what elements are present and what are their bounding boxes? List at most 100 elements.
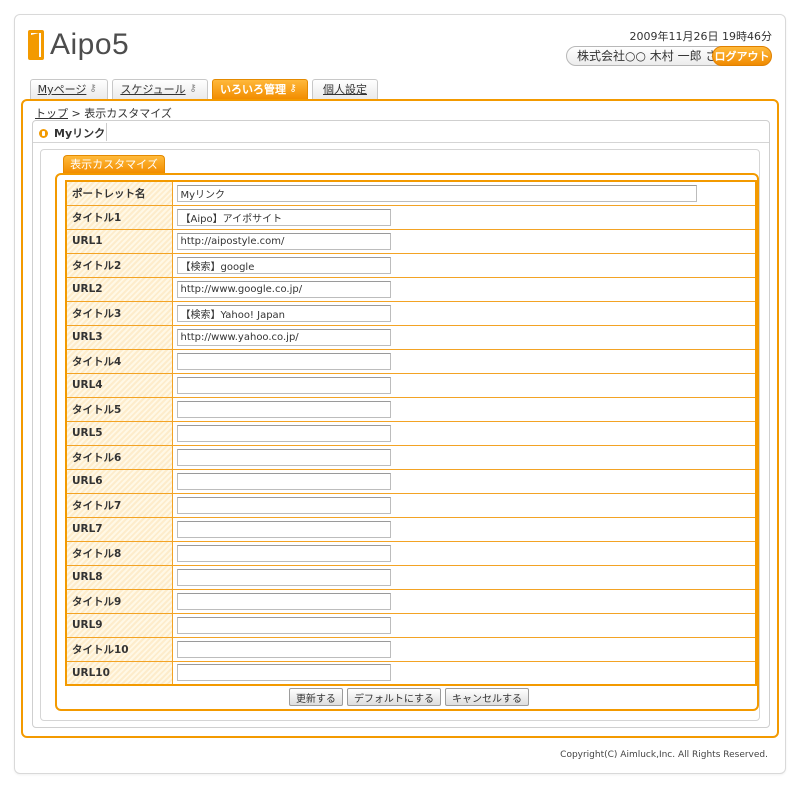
table-row: タイトル3	[65, 300, 757, 326]
field-label: タイトル8	[65, 540, 173, 566]
table-row: URL8	[65, 564, 757, 590]
title-input[interactable]	[176, 400, 391, 418]
url-input[interactable]	[176, 520, 391, 538]
key-icon: ⚷	[89, 83, 97, 94]
table-row: URL5	[65, 420, 757, 446]
field-label: URL9	[65, 612, 173, 638]
field-label: タイトル5	[65, 396, 173, 422]
main-nav-tabs: Myページ ⚷ スケジュール ⚷ いろいろ管理 ⚷ 個人設定	[30, 79, 378, 99]
breadcrumb-current: 表示カスタマイズ	[84, 107, 172, 120]
update-button[interactable]: 更新する	[288, 688, 343, 706]
tab-label: 個人設定	[323, 83, 367, 96]
field-label: タイトル3	[65, 300, 173, 326]
url-input[interactable]	[176, 472, 391, 490]
field-cell	[171, 660, 757, 686]
main-content: トップ > 表示カスタマイズ Myリンク 表示カスタマイズ ポートレット名タイト…	[21, 99, 779, 738]
field-label: URL10	[65, 660, 173, 686]
field-cell	[171, 348, 757, 374]
field-label: URL6	[65, 468, 173, 494]
field-cell	[171, 564, 757, 590]
field-cell	[171, 300, 757, 326]
key-icon: ⚷	[189, 83, 197, 94]
title-input[interactable]	[176, 304, 391, 322]
breadcrumb-top-link[interactable]: トップ	[35, 107, 68, 120]
form-buttons: 更新する デフォルトにする キャンセルする	[57, 688, 761, 706]
tab-label: Myページ	[37, 83, 87, 96]
default-button[interactable]: デフォルトにする	[346, 688, 442, 706]
current-datetime: 2009年11月26日 19時46分	[629, 30, 772, 43]
table-row: URL6	[65, 468, 757, 494]
field-cell	[171, 636, 757, 662]
tab-label: いろいろ管理	[220, 83, 286, 96]
field-cell	[171, 516, 757, 542]
field-cell	[171, 396, 757, 422]
field-label: ポートレット名	[65, 180, 173, 206]
table-row: URL7	[65, 516, 757, 542]
title-input[interactable]	[176, 496, 391, 514]
portlet-header: Myリンク	[33, 121, 769, 143]
url-input[interactable]	[176, 280, 391, 298]
table-row: タイトル8	[65, 540, 757, 566]
field-label: タイトル7	[65, 492, 173, 518]
table-row: タイトル9	[65, 588, 757, 614]
url-input[interactable]	[176, 232, 391, 250]
settings-table: ポートレット名タイトル1URL1タイトル2URL2タイトル3URL3タイトル4U…	[65, 180, 757, 686]
table-row: URL1	[65, 228, 757, 254]
tab-iroiro-kanri[interactable]: いろいろ管理 ⚷	[212, 79, 308, 99]
field-cell	[171, 204, 757, 230]
field-label: タイトル2	[65, 252, 173, 278]
url-input[interactable]	[176, 328, 391, 346]
title-input[interactable]	[176, 208, 391, 226]
field-label: タイトル1	[65, 204, 173, 230]
field-cell	[171, 612, 757, 638]
table-row: ポートレット名	[65, 180, 757, 206]
portlet-name-input[interactable]	[176, 184, 697, 202]
field-cell	[171, 588, 757, 614]
tab-schedule[interactable]: スケジュール ⚷	[112, 79, 208, 99]
table-row: タイトル2	[65, 252, 757, 278]
field-label: URL1	[65, 228, 173, 254]
field-cell	[171, 276, 757, 302]
logo-text: Aipo5	[50, 28, 130, 61]
url-input[interactable]	[176, 424, 391, 442]
field-cell	[171, 468, 757, 494]
url-input[interactable]	[176, 616, 391, 634]
section-tab-customize: 表示カスタマイズ	[63, 155, 165, 173]
url-input[interactable]	[176, 376, 391, 394]
field-label: タイトル10	[65, 636, 173, 662]
table-row: タイトル5	[65, 396, 757, 422]
title-input[interactable]	[176, 352, 391, 370]
aipo-logo[interactable]: Aipo5	[28, 28, 129, 62]
title-input[interactable]	[176, 544, 391, 562]
field-cell	[171, 540, 757, 566]
field-label: URL5	[65, 420, 173, 446]
table-row: URL10	[65, 660, 757, 686]
title-input[interactable]	[176, 448, 391, 466]
url-input[interactable]	[176, 568, 391, 586]
title-input[interactable]	[176, 256, 391, 274]
table-row: URL2	[65, 276, 757, 302]
portlet-title-text: Myリンク	[54, 127, 106, 140]
table-row: タイトル10	[65, 636, 757, 662]
tab-mypage[interactable]: Myページ ⚷	[30, 79, 108, 99]
url-input[interactable]	[176, 664, 391, 682]
tab-personal-settings[interactable]: 個人設定	[312, 79, 378, 99]
cancel-button[interactable]: キャンセルする	[445, 688, 530, 706]
portlet-title: Myリンク	[39, 125, 105, 141]
table-row: タイトル4	[65, 348, 757, 374]
field-cell	[171, 372, 757, 398]
title-input[interactable]	[176, 640, 391, 658]
field-cell	[171, 228, 757, 254]
logout-button[interactable]: ログアウト	[712, 46, 772, 66]
header-divider	[106, 123, 107, 141]
title-input[interactable]	[176, 592, 391, 610]
field-label: URL8	[65, 564, 173, 590]
portlet-mylink: Myリンク 表示カスタマイズ ポートレット名タイトル1URL1タイトル2URL2…	[32, 120, 770, 728]
door-logo-icon	[28, 30, 44, 60]
field-cell	[171, 324, 757, 350]
breadcrumb-separator: >	[71, 107, 81, 120]
portlet-bullet-icon	[39, 128, 48, 138]
copyright-text: Copyright(C) Aimluck,Inc. All Rights Res…	[560, 750, 768, 760]
field-label: タイトル9	[65, 588, 173, 614]
field-cell	[171, 444, 757, 470]
